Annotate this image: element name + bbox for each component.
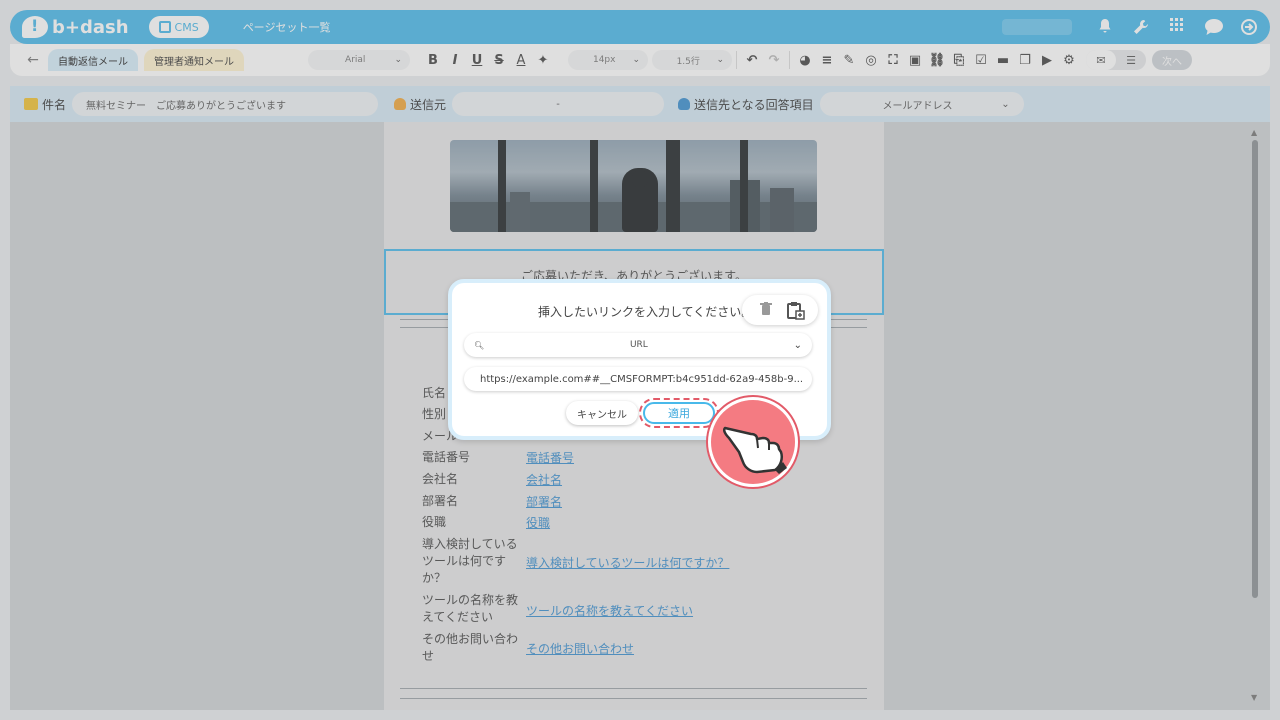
dialog-title: 挿入したいリンクを入力してください。	[538, 305, 754, 319]
trash-icon[interactable]	[759, 302, 773, 318]
cancel-button[interactable]: キャンセル	[566, 401, 638, 425]
apply-button[interactable]: 適用	[643, 402, 715, 424]
url-value: https://example.com##__CMSFORMPT:b4c951d…	[480, 373, 804, 385]
pointing-hand-icon	[708, 397, 798, 487]
link-type-value: URL	[629, 340, 648, 350]
dialog-actions	[742, 295, 818, 325]
chevron-down-icon: ⌄	[793, 339, 802, 351]
url-input[interactable]: https://example.com##__CMSFORMPT:b4c951d…	[464, 367, 812, 391]
link-type-select[interactable]: 🔍︎ URL ⌄	[464, 333, 812, 357]
search-icon: 🔍︎	[474, 340, 485, 350]
clipboard-add-icon[interactable]	[787, 302, 805, 320]
